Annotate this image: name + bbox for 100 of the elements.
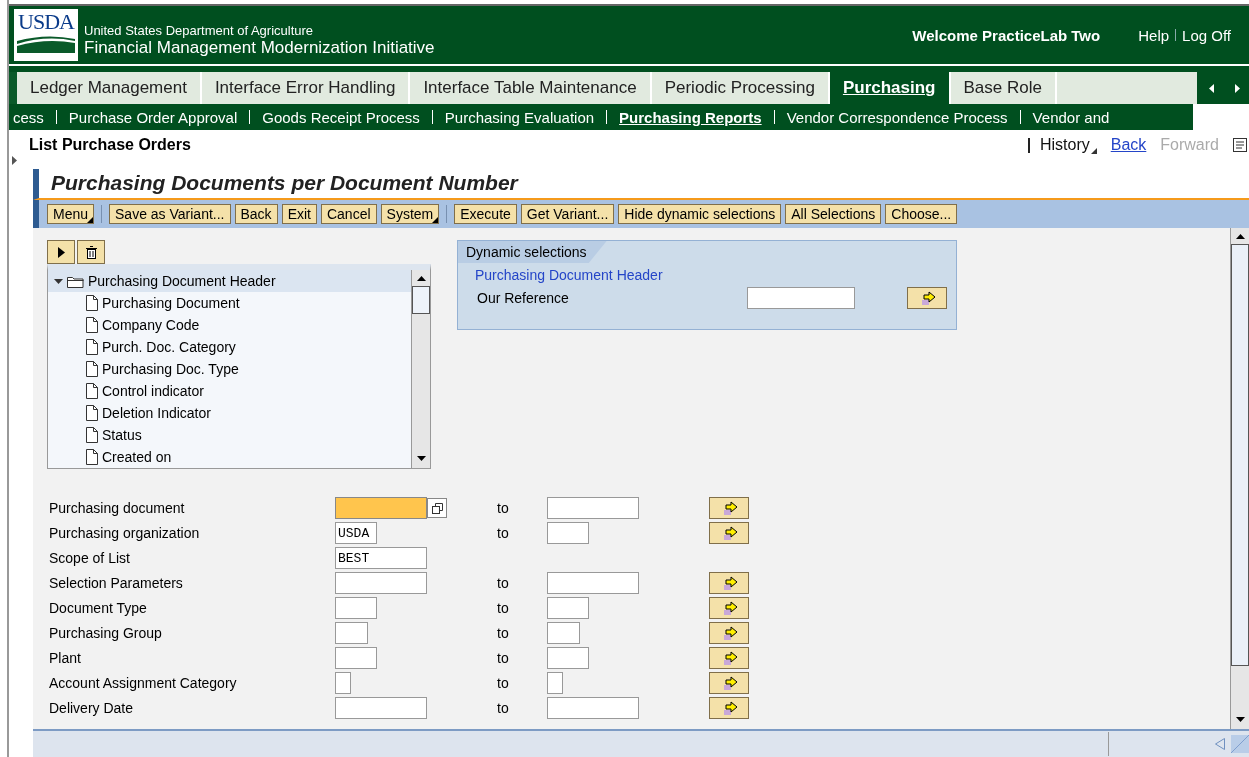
input-field[interactable]: [335, 622, 368, 644]
field-label: Plant: [48, 650, 82, 666]
nav-tab[interactable]: Interface Table Maintenance: [410, 72, 652, 104]
multiple-selection-button[interactable]: [709, 672, 749, 694]
header-link[interactable]: Help: [1138, 26, 1170, 44]
scrollbar-thumb[interactable]: [412, 286, 430, 314]
to-label: to: [497, 675, 510, 691]
triangle-left-icon: [1215, 738, 1225, 750]
input-field[interactable]: [335, 497, 427, 519]
input-field[interactable]: [747, 287, 855, 309]
nav-tab[interactable]: Periodic Processing: [651, 72, 830, 104]
input-field[interactable]: [547, 597, 589, 619]
toolbar-button[interactable]: Execute: [454, 204, 517, 224]
subnav-link[interactable]: Vendor and: [1032, 108, 1110, 126]
nav-tab[interactable]: Base Role: [950, 72, 1057, 104]
input-field[interactable]: [547, 672, 563, 694]
delete-button[interactable]: [77, 240, 105, 264]
subnav-link[interactable]: Goods Receipt Process: [262, 108, 420, 126]
input-field[interactable]: [335, 572, 427, 594]
tree-label: Created on: [102, 449, 172, 465]
subnav-link[interactable]: Purchase Order Approval: [68, 108, 238, 126]
input-field[interactable]: [335, 597, 377, 619]
tree-item[interactable]: Purchasing Doc. Type: [48, 358, 411, 380]
document-icon: [86, 449, 98, 465]
corner-caret-icon: [87, 217, 94, 223]
expand-button[interactable]: [47, 240, 75, 264]
multiple-selection-button[interactable]: [709, 647, 749, 669]
scrollbar[interactable]: [1230, 228, 1249, 729]
tree-node[interactable]: Purchasing Document Header: [48, 270, 411, 292]
header-link[interactable]: Log Off: [1182, 26, 1231, 44]
form-title: Purchasing Documents per Document Number: [50, 170, 520, 196]
multiple-selection-button[interactable]: [709, 622, 749, 644]
toolbar-button[interactable]: All Selections: [785, 204, 882, 224]
input-field[interactable]: [547, 647, 589, 669]
multiple-selection-button[interactable]: [709, 597, 749, 619]
document-icon: [86, 295, 98, 311]
subnav-link[interactable]: Purchasing Evaluation: [444, 108, 595, 126]
tree-item[interactable]: Status: [48, 424, 411, 446]
document-icon: [86, 427, 98, 443]
tree-label: Control indicator: [102, 383, 204, 399]
document-icon: [86, 405, 98, 421]
toolbar-button[interactable]: Back: [234, 204, 278, 224]
history-menu[interactable]: History: [1039, 136, 1097, 154]
caret-up-icon: [416, 276, 426, 282]
page-title: List Purchase Orders: [29, 136, 191, 154]
field-stripes-icon: [17, 35, 75, 53]
input-field[interactable]: [335, 672, 351, 694]
document-icon: [86, 317, 98, 333]
menu-icon: [1233, 138, 1247, 152]
to-label: to: [497, 500, 510, 516]
caret-down-icon: [54, 276, 63, 286]
field-label: Document Type: [48, 600, 148, 616]
to-label: to: [497, 700, 510, 716]
toolbar-button[interactable]: Exit: [281, 204, 317, 224]
input-field[interactable]: [335, 697, 427, 719]
scrollbar[interactable]: [411, 270, 430, 468]
multiple-selection-button[interactable]: [709, 572, 749, 594]
subnav-link[interactable]: Purchasing Reports: [619, 108, 762, 126]
tree-label: Purch. Doc. Category: [102, 339, 236, 355]
toolbar-button[interactable]: Save as Variant...: [109, 204, 231, 224]
input-field[interactable]: [547, 622, 580, 644]
input-field[interactable]: [547, 497, 639, 519]
nav-tab[interactable]: Ledger Management: [17, 72, 202, 104]
tree-label: Status: [102, 427, 142, 443]
multiple-selection-button[interactable]: [709, 697, 749, 719]
tree-item[interactable]: Deletion Indicator: [48, 402, 411, 424]
document-icon: [86, 361, 98, 377]
toolbar-button[interactable]: Cancel: [320, 204, 377, 224]
input-field[interactable]: [335, 647, 377, 669]
tree-item[interactable]: Purchasing Document: [48, 292, 411, 314]
logo-text: USDA: [18, 11, 74, 33]
toolbar-button[interactable]: Menu: [47, 204, 95, 224]
tree-item[interactable]: Control indicator: [48, 380, 411, 402]
input-field[interactable]: [547, 572, 639, 594]
application-title: Financial Management Modernization Initiative: [84, 37, 435, 58]
tree-label: Purchasing Document Header: [88, 273, 276, 289]
value-help-button[interactable]: [427, 498, 447, 518]
input-field[interactable]: USDA: [335, 522, 377, 544]
input-field[interactable]: BEST: [335, 547, 427, 569]
nav-tab[interactable]: Interface Error Handling: [201, 72, 411, 104]
input-field[interactable]: [547, 522, 589, 544]
toolbar-button[interactable]: Hide dynamic selections: [618, 204, 782, 224]
tree-item[interactable]: Created on: [48, 446, 411, 468]
multiple-selection-button[interactable]: [709, 497, 749, 519]
subnav-link[interactable]: Vendor Correspondence Process: [786, 108, 1008, 126]
subnav-link[interactable]: cess: [13, 108, 44, 126]
multiple-selection-button[interactable]: [907, 287, 947, 309]
tree-item[interactable]: Company Code: [48, 314, 411, 336]
back-link[interactable]: Back: [1110, 136, 1147, 154]
toolbar-button[interactable]: System: [380, 204, 440, 224]
multiple-selection-button[interactable]: [709, 522, 749, 544]
tree-label: Purchasing Document: [102, 295, 240, 311]
scrollbar-thumb[interactable]: [1231, 244, 1249, 666]
tree-item[interactable]: Purch. Doc. Category: [48, 336, 411, 358]
toolbar-button[interactable]: Choose...: [885, 204, 958, 224]
corner-caret-icon: [432, 217, 439, 223]
tree-label: Company Code: [102, 317, 200, 333]
input-field[interactable]: [547, 697, 639, 719]
to-label: to: [497, 525, 510, 541]
toolbar-button[interactable]: Get Variant...: [520, 204, 615, 224]
